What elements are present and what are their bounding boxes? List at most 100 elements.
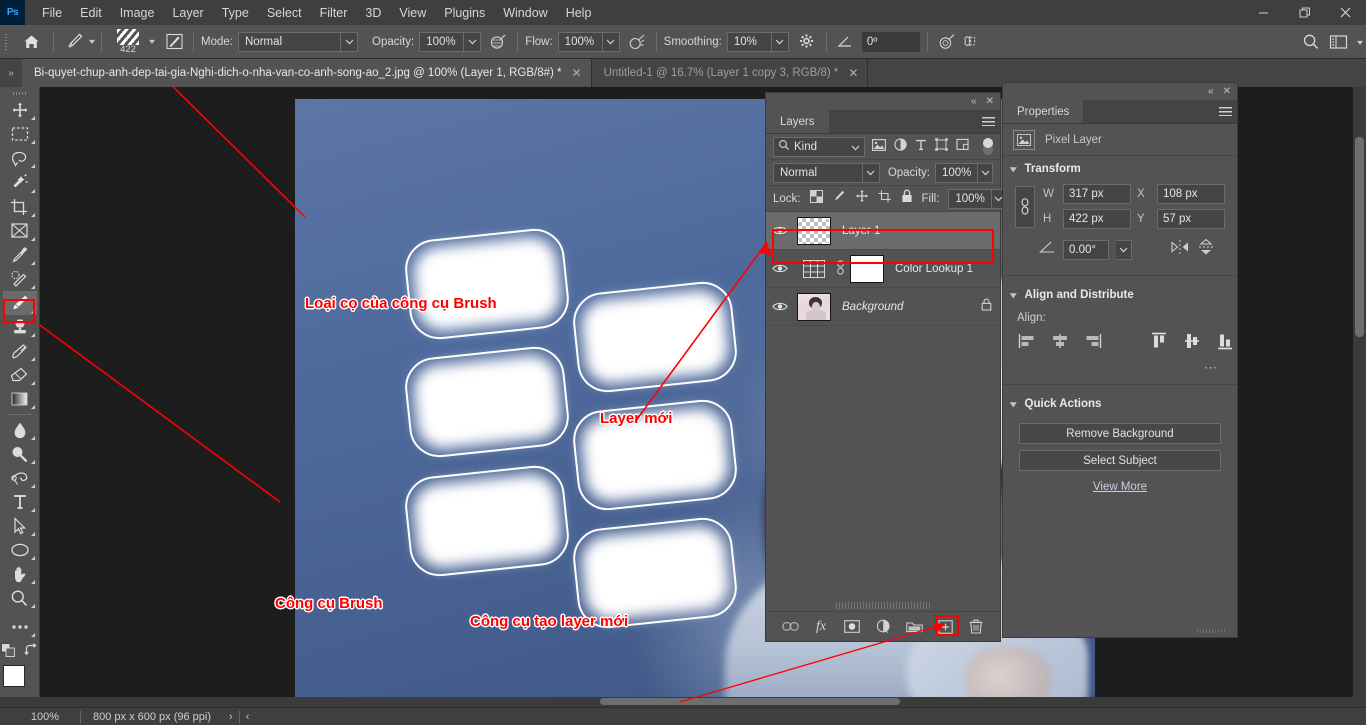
maximize-button[interactable] xyxy=(1284,0,1325,25)
minimize-button[interactable] xyxy=(1243,0,1284,25)
close-icon[interactable]: ✕ xyxy=(986,96,994,107)
brush-angle-control[interactable]: 0º xyxy=(834,30,920,54)
collapse-panel-icon[interactable]: « xyxy=(1208,86,1214,97)
gear-icon[interactable] xyxy=(795,30,819,54)
rotation-input[interactable]: 0.00° xyxy=(1063,240,1109,260)
close-button[interactable] xyxy=(1325,0,1366,25)
close-icon[interactable]: ✕ xyxy=(572,66,582,80)
menu-filter[interactable]: Filter xyxy=(311,2,357,24)
gradient-tool[interactable] xyxy=(3,387,37,411)
tab-layers[interactable]: Layers xyxy=(766,110,829,133)
layer-mask-thumbnail[interactable] xyxy=(850,255,884,283)
x-input[interactable]: 108 px xyxy=(1157,184,1225,204)
select-subject-button[interactable]: Select Subject xyxy=(1019,450,1221,471)
zoom-tool[interactable] xyxy=(3,586,37,610)
layer-blend-mode-select[interactable]: Normal xyxy=(773,163,880,183)
pressure-opacity-icon[interactable] xyxy=(486,30,510,54)
tab-bar-expand-icon[interactable]: » xyxy=(0,59,22,87)
brush-tool[interactable] xyxy=(3,291,37,315)
tab-properties[interactable]: Properties xyxy=(1003,100,1083,123)
link-width-height-icon[interactable] xyxy=(1015,186,1035,228)
menu-help[interactable]: Help xyxy=(557,2,601,24)
layer-thumbnail[interactable] xyxy=(797,217,831,245)
home-icon[interactable] xyxy=(16,27,46,57)
eraser-tool[interactable] xyxy=(3,363,37,387)
layer-visibility-toggle[interactable] xyxy=(766,225,794,236)
height-input[interactable]: 422 px xyxy=(1063,209,1131,229)
menu-window[interactable]: Window xyxy=(494,2,556,24)
new-adjustment-layer-button[interactable] xyxy=(873,617,893,637)
align-vertical-center-icon[interactable] xyxy=(1182,332,1202,350)
layer-thumbnail[interactable] xyxy=(797,293,831,321)
clone-stamp-tool[interactable] xyxy=(3,315,37,339)
symmetry-butterfly-icon[interactable] xyxy=(959,30,983,54)
move-tool[interactable] xyxy=(3,98,37,122)
adjustment-layer-thumbnail[interactable] xyxy=(797,255,831,283)
menu-3d[interactable]: 3D xyxy=(356,2,390,24)
layers-panel-resize-grip[interactable] xyxy=(836,602,932,609)
flow-select[interactable]: 100% xyxy=(558,32,620,52)
airbrush-icon[interactable] xyxy=(625,30,649,54)
path-selection-tool[interactable] xyxy=(3,514,37,538)
pixel-filter-icon[interactable] xyxy=(872,138,886,156)
history-brush-tool[interactable] xyxy=(3,339,37,363)
add-layer-mask-button[interactable] xyxy=(842,617,862,637)
lasso-tool[interactable] xyxy=(3,146,37,170)
layer-row-color-lookup-1[interactable]: Color Lookup 1 xyxy=(766,250,1000,288)
options-bar-grip[interactable] xyxy=(0,25,12,58)
more-options-icon[interactable]: ⋯ xyxy=(1003,354,1237,378)
canvas-horizontal-scrollbar[interactable] xyxy=(598,697,1018,706)
menu-file[interactable]: File xyxy=(33,2,71,24)
collapse-panel-icon[interactable]: « xyxy=(971,96,977,107)
chevron-down-icon[interactable]: ▾ xyxy=(89,37,95,46)
brush-preset-picker[interactable]: 422 xyxy=(109,27,147,57)
ellipse-tool[interactable] xyxy=(3,538,37,562)
layer-visibility-toggle[interactable] xyxy=(766,263,794,274)
tools-panel-grip[interactable] xyxy=(0,89,39,98)
close-icon[interactable]: ✕ xyxy=(1223,86,1231,97)
align-horizontal-center-icon[interactable] xyxy=(1050,332,1070,350)
align-section-header[interactable]: ▾ Align and Distribute xyxy=(1003,282,1237,308)
layer-styles-button[interactable]: fx xyxy=(811,617,831,637)
color-swatches[interactable] xyxy=(3,665,37,696)
new-layer-button[interactable] xyxy=(935,617,955,637)
active-tool-preview[interactable]: ▾ xyxy=(61,30,94,54)
new-group-button[interactable] xyxy=(904,617,924,637)
canvas-vertical-scrollbar-thumb[interactable] xyxy=(1355,137,1364,337)
menu-type[interactable]: Type xyxy=(213,2,258,24)
edit-toolbar-button[interactable] xyxy=(3,614,37,638)
lock-image-pixels-icon[interactable] xyxy=(832,189,846,208)
flip-horizontal-icon[interactable] xyxy=(1170,239,1190,260)
lock-artboard-icon[interactable] xyxy=(878,190,892,208)
document-tab-inactive[interactable]: Untitled-1 @ 16.7% (Layer 1 copy 3, RGB/… xyxy=(592,59,869,87)
lock-all-icon[interactable] xyxy=(901,189,913,208)
dodge-tool[interactable] xyxy=(3,442,37,466)
link-layers-button[interactable] xyxy=(780,617,800,637)
width-input[interactable]: 317 px xyxy=(1063,184,1131,204)
chevron-down-icon[interactable] xyxy=(1116,240,1132,260)
eyedropper-tool[interactable] xyxy=(3,243,37,267)
menu-select[interactable]: Select xyxy=(258,2,311,24)
menu-image[interactable]: Image xyxy=(111,2,164,24)
opacity-select[interactable]: 100% xyxy=(419,32,481,52)
quick-actions-section-header[interactable]: ▾ Quick Actions xyxy=(1003,391,1237,417)
delete-layer-button[interactable] xyxy=(966,617,986,637)
menu-plugins[interactable]: Plugins xyxy=(435,2,494,24)
smartobject-filter-icon[interactable] xyxy=(956,138,969,156)
crop-tool[interactable] xyxy=(3,195,37,219)
remove-background-button[interactable]: Remove Background xyxy=(1019,423,1221,444)
close-icon[interactable]: ✕ xyxy=(848,66,858,80)
brush-preset-chevron-down-icon[interactable]: ▾ xyxy=(149,37,155,46)
lock-position-icon[interactable] xyxy=(855,189,869,208)
type-filter-icon[interactable] xyxy=(915,138,927,156)
menu-view[interactable]: View xyxy=(390,2,435,24)
chevron-down-icon[interactable]: ▾ xyxy=(1357,38,1363,47)
menu-layer[interactable]: Layer xyxy=(163,2,212,24)
menu-edit[interactable]: Edit xyxy=(71,2,111,24)
smoothing-select[interactable]: 10% xyxy=(727,32,789,52)
canvas-vertical-scrollbar[interactable] xyxy=(1353,87,1366,707)
pen-tool[interactable] xyxy=(3,466,37,490)
canvas-horizontal-scrollbar-thumb[interactable] xyxy=(600,698,900,705)
spot-healing-brush-tool[interactable] xyxy=(3,267,37,291)
align-top-icon[interactable] xyxy=(1149,332,1169,350)
